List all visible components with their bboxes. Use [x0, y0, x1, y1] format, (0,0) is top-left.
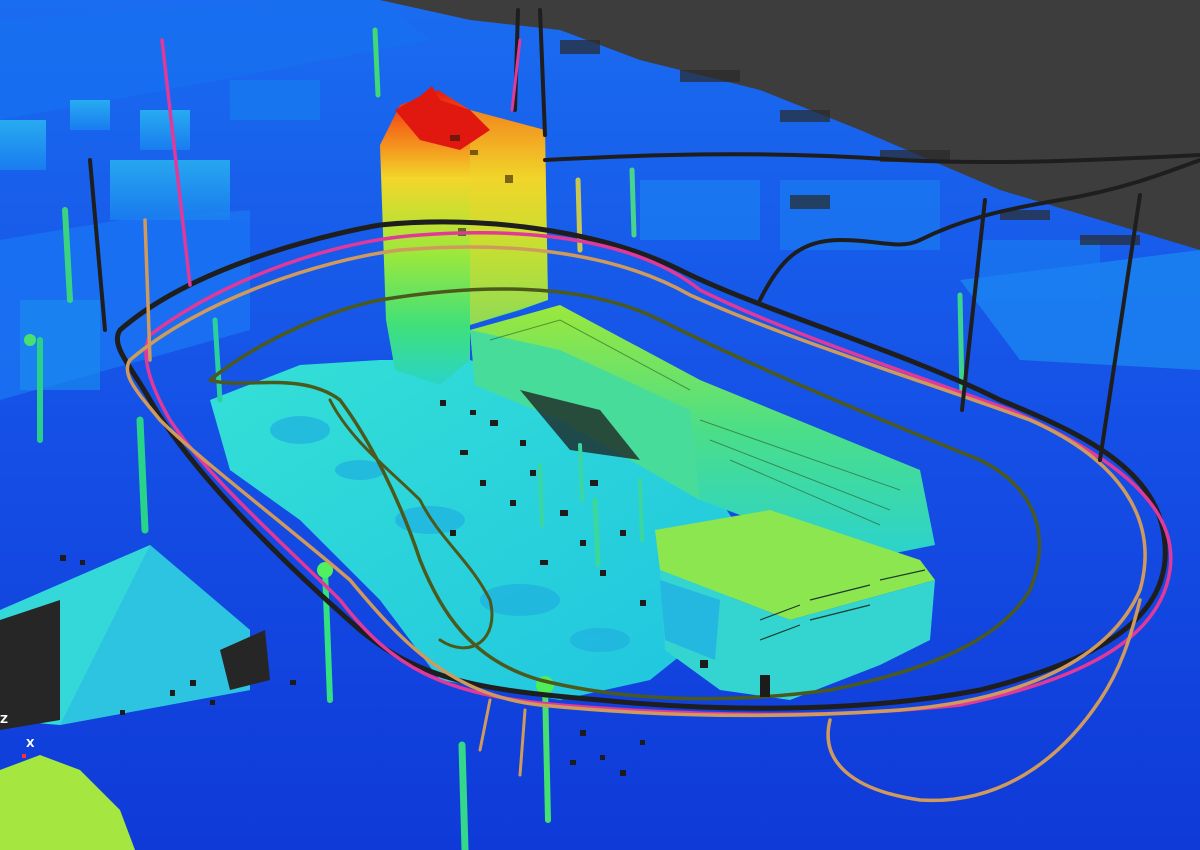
point-cloud-viewport[interactable]: Z X — [0, 0, 1200, 850]
axis-orientation-widget: Z X — [0, 712, 60, 762]
tower-right-face — [470, 110, 548, 325]
lidar-point-cloud-scene[interactable] — [0, 0, 1200, 850]
axis-label-x: X — [26, 737, 35, 750]
axis-label-z: Z — [0, 713, 8, 726]
dark-void-left — [0, 600, 60, 730]
axis-origin-icon — [22, 754, 26, 758]
